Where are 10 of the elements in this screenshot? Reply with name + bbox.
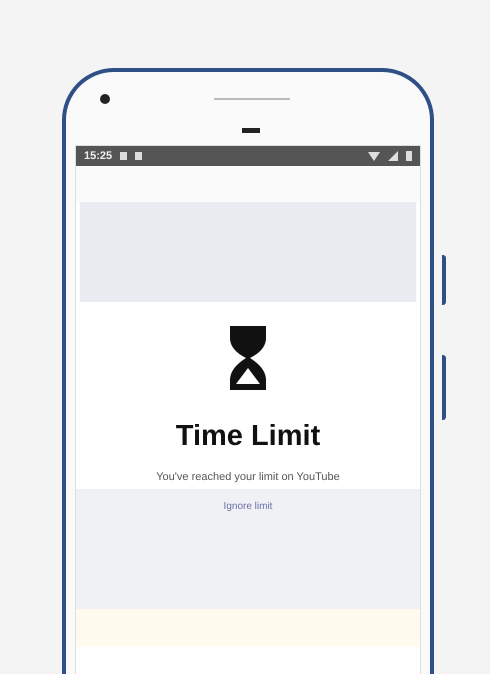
limit-message: You've reached your limit on YouTube (156, 471, 340, 483)
ignore-limit-link[interactable]: Ignore limit (224, 501, 272, 512)
signal-icon (388, 151, 398, 161)
wifi-icon (368, 151, 380, 161)
status-time: 15:25 (84, 150, 112, 162)
time-limit-title: Time Limit (176, 420, 320, 453)
sensor-icon (242, 128, 260, 133)
hourglass-icon (228, 324, 268, 392)
camera-icon (100, 94, 110, 104)
battery-icon (406, 151, 412, 161)
